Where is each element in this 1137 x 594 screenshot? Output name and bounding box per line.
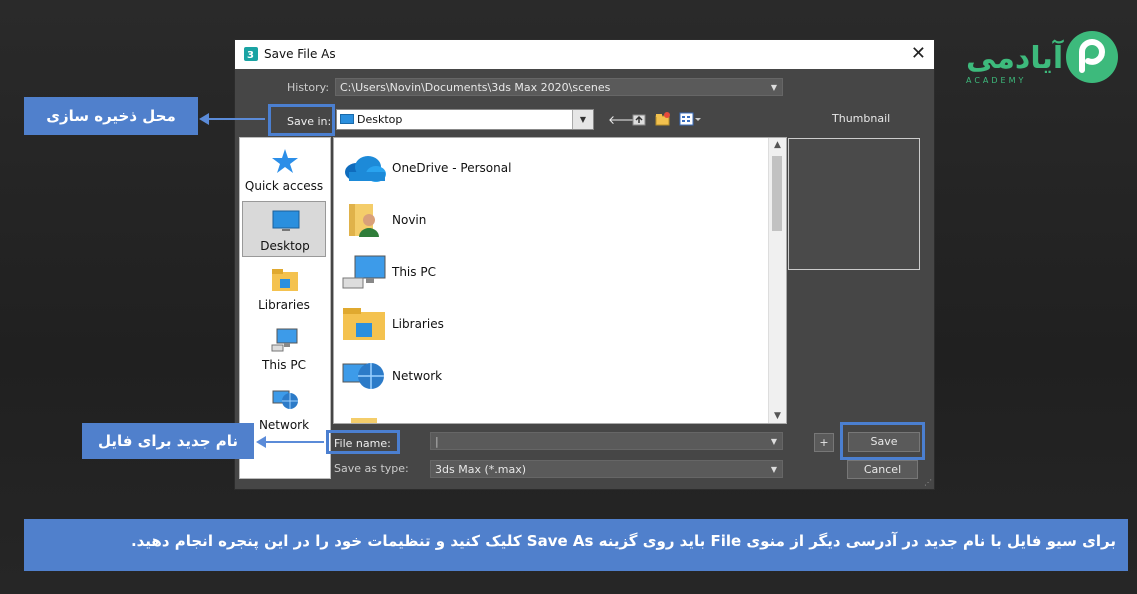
cancel-button[interactable]: Cancel [847, 460, 918, 479]
chevron-down-icon: ▼ [770, 83, 777, 92]
file-name: OneDrive - Personal [392, 161, 512, 175]
academy-logo: آیادمی ACADEMY [962, 28, 1122, 88]
list-item-libraries[interactable]: Libraries [334, 298, 764, 350]
scrollbar-thumb[interactable] [772, 156, 782, 231]
close-icon[interactable]: ✕ [911, 43, 926, 64]
chevron-down-icon[interactable]: ▼ [769, 411, 786, 421]
chevron-down-icon: ▼ [770, 465, 777, 474]
place-label: Desktop [260, 239, 310, 253]
thumbnail-label: Thumbnail [832, 112, 891, 125]
list-item-novin[interactable]: Novin [334, 194, 764, 246]
view-menu-icon[interactable] [678, 111, 704, 129]
place-quick-access[interactable]: Quick access [242, 142, 326, 198]
list-item-network[interactable]: Network [334, 350, 764, 402]
computer-icon [271, 328, 298, 352]
list-item-partial [334, 402, 764, 423]
thumbnail-preview [788, 138, 920, 270]
save-location-callout: محل ذخیره سازی [24, 97, 198, 135]
3ds-max-icon: 3 [244, 47, 258, 61]
add-button[interactable]: + [814, 433, 834, 452]
place-label: Network [258, 418, 310, 432]
user-folder-icon [349, 204, 379, 237]
chevron-down-icon: ▼ [770, 437, 777, 446]
file-name: This PC [392, 265, 436, 279]
svg-text:ACADEMY: ACADEMY [966, 76, 1026, 85]
save-in-highlight [268, 104, 335, 136]
star-icon [272, 149, 298, 173]
place-label: Quick access [244, 179, 324, 193]
svg-text:3: 3 [247, 50, 254, 61]
list-item-this-pc[interactable]: This PC [334, 246, 764, 298]
folder-icon [351, 418, 377, 423]
new-file-name-callout: نام جدید برای فایل [82, 423, 254, 459]
chevron-up-icon[interactable]: ▲ [769, 140, 786, 150]
history-value: C:\Users\Novin\Documents\3ds Max 2020\sc… [340, 81, 611, 94]
instruction-banner: برای سیو فایل با نام جدید در آدرسی دیگر … [24, 519, 1128, 571]
svg-text:آیادمی: آیادمی [966, 39, 1064, 76]
file-name: Novin [392, 213, 427, 227]
dialog-titlebar: 3 Save File As ✕ [235, 40, 934, 69]
place-libraries[interactable]: Libraries [242, 261, 326, 317]
resize-grip-icon[interactable]: ⋰ [924, 478, 932, 487]
libraries-folder-icon [343, 308, 385, 340]
computer-icon [342, 255, 386, 289]
network-icon [342, 363, 384, 389]
network-icon [272, 390, 298, 409]
callout-arrow-line [264, 441, 324, 443]
file-name-highlight [326, 430, 400, 454]
file-list: OneDrive - Personal Novin This PC Librar… [333, 137, 787, 424]
file-name: Network [392, 369, 443, 383]
place-desktop[interactable]: Desktop [242, 201, 326, 257]
onedrive-cloud-icon [345, 156, 386, 182]
save-in-combo[interactable]: Desktop ▼ [336, 109, 594, 130]
place-label: This PC [262, 358, 306, 372]
history-label: History: [287, 81, 330, 94]
place-label: Libraries [258, 298, 310, 312]
libraries-folder-icon [272, 269, 298, 291]
dialog-title: Save File As [264, 47, 336, 61]
chevron-down-icon[interactable]: ▼ [572, 110, 593, 129]
text-cursor: | [435, 435, 439, 448]
history-combo[interactable]: C:\Users\Novin\Documents\3ds Max 2020\sc… [335, 78, 783, 96]
desktop-icon [340, 114, 354, 124]
file-list-scrollbar[interactable]: ▲ ▼ [768, 138, 786, 423]
callout-arrow-line [207, 118, 265, 120]
save-in-value: Desktop [357, 113, 403, 126]
save-button-highlight [840, 422, 925, 460]
file-name: Libraries [392, 317, 444, 331]
save-as-type-select[interactable]: 3ds Max (*.max) ▼ [430, 460, 783, 478]
place-this-pc[interactable]: This PC [242, 321, 326, 377]
up-folder-icon[interactable] [630, 111, 648, 129]
list-item-onedrive[interactable]: OneDrive - Personal [334, 142, 764, 194]
file-name-input[interactable]: | ▼ [430, 432, 783, 450]
new-folder-icon[interactable] [654, 111, 672, 129]
desktop-icon [272, 210, 300, 231]
save-as-type-label: Save as type: [334, 462, 409, 475]
save-as-type-value: 3ds Max (*.max) [435, 463, 526, 476]
back-arrow-icon[interactable]: 🡐 [608, 111, 640, 129]
place-network[interactable]: Network [242, 381, 326, 437]
save-file-as-dialog: 3 Save File As ✕ History: C:\Users\Novin… [234, 39, 935, 490]
